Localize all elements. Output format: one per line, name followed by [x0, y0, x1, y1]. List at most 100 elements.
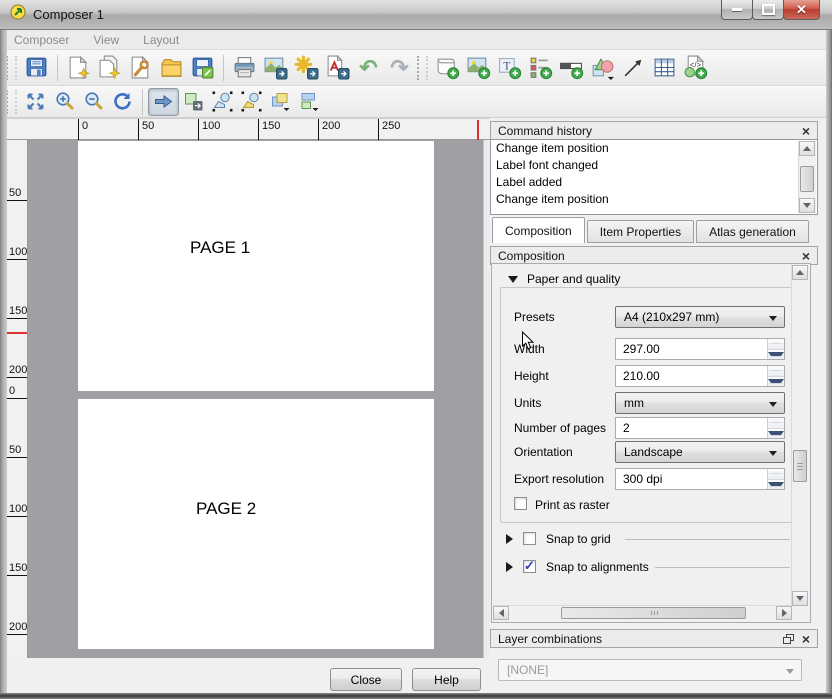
add-scalebar-button[interactable]: [556, 53, 587, 83]
scroll-down-button[interactable]: [799, 198, 815, 213]
page-2[interactable]: PAGE 2: [78, 399, 434, 649]
window-border[interactable]: [0, 693, 832, 699]
scrollbar-thumb[interactable]: [561, 607, 746, 619]
scroll-down-button[interactable]: [792, 591, 808, 606]
presets-dropdown[interactable]: A4 (210x297 mm): [615, 306, 785, 328]
add-legend-button[interactable]: [525, 53, 556, 83]
spin-buttons[interactable]: [767, 366, 784, 386]
command-history-header[interactable]: Command history ×: [490, 121, 818, 140]
command-history-list[interactable]: Change item position Label font changed …: [490, 139, 818, 215]
tab-item-properties[interactable]: Item Properties: [587, 220, 694, 243]
zoom-out-button[interactable]: [79, 89, 108, 115]
tab-atlas-generation[interactable]: Atlas generation: [696, 220, 809, 243]
layer-combinations-header[interactable]: Layer combinations ×: [490, 629, 818, 648]
window-border[interactable]: [0, 30, 7, 693]
toolbar-handle[interactable]: [417, 56, 428, 80]
tab-composition[interactable]: Composition: [492, 217, 585, 243]
history-scrollbar[interactable]: [798, 141, 816, 213]
zoom-full-button[interactable]: [21, 89, 50, 115]
menu-composer[interactable]: Composer: [14, 33, 69, 47]
scrollbar-thumb[interactable]: [800, 166, 814, 192]
duplicate-composition-button[interactable]: [94, 53, 125, 83]
history-item[interactable]: Change item position: [491, 140, 817, 157]
scroll-left-button[interactable]: [493, 606, 509, 620]
spin-buttons[interactable]: [767, 339, 784, 359]
export-pdf-button[interactable]: [322, 53, 353, 83]
select-move-item-button[interactable]: [148, 88, 179, 116]
height-spinbox[interactable]: 210.00: [615, 365, 785, 387]
close-window-button[interactable]: ✕: [783, 0, 820, 20]
units-dropdown[interactable]: mm: [615, 392, 785, 414]
scroll-right-button[interactable]: [776, 606, 792, 620]
refresh-view-button[interactable]: [108, 89, 137, 115]
toolbar-handle[interactable]: [6, 56, 17, 80]
toolbar-separator: [223, 55, 224, 81]
composer-manager-button[interactable]: [125, 53, 156, 83]
align-items-button[interactable]: [295, 89, 324, 115]
help-button[interactable]: Help: [412, 668, 481, 691]
collapse-arrow-icon[interactable]: [508, 276, 518, 283]
titlebar[interactable]: Composer 1 ✕: [0, 0, 832, 30]
composition-vscrollbar[interactable]: [791, 265, 809, 606]
group-items-button[interactable]: [208, 89, 237, 115]
print-as-raster-checkbox[interactable]: [514, 497, 527, 510]
scroll-up-button[interactable]: [799, 141, 815, 156]
snap-to-grid-checkbox[interactable]: [523, 532, 536, 545]
add-label-button[interactable]: T: [494, 53, 525, 83]
expand-arrow-icon[interactable]: [506, 534, 513, 544]
load-template-button[interactable]: [156, 53, 187, 83]
history-item[interactable]: Label font changed: [491, 157, 817, 174]
number-of-pages-spinbox[interactable]: 2: [615, 417, 785, 439]
composition-hscrollbar[interactable]: [493, 605, 792, 621]
save-project-button[interactable]: [21, 53, 52, 83]
close-panel-icon[interactable]: ×: [802, 632, 810, 646]
ruler-tick: 250: [378, 119, 379, 140]
export-resolution-spinbox[interactable]: 300 dpi: [615, 468, 785, 490]
spin-buttons[interactable]: [767, 469, 784, 489]
ruler-tick: 100: [7, 259, 27, 260]
page-2-label[interactable]: PAGE 2: [196, 499, 256, 519]
close-button[interactable]: Close: [330, 668, 402, 691]
undo-button[interactable]: ↶: [353, 53, 384, 83]
print-button[interactable]: [229, 53, 260, 83]
page-1-label[interactable]: PAGE 1: [190, 238, 250, 258]
ungroup-items-button[interactable]: [237, 89, 266, 115]
canvas-scrollbar[interactable]: [483, 140, 490, 658]
add-arrow-button[interactable]: [618, 53, 649, 83]
raise-items-button[interactable]: [266, 89, 295, 115]
window-border[interactable]: [826, 30, 832, 693]
close-panel-icon[interactable]: ×: [802, 249, 810, 263]
expand-arrow-icon[interactable]: [506, 562, 513, 572]
page-1[interactable]: PAGE 1: [78, 141, 434, 391]
history-item[interactable]: Change item position: [491, 191, 817, 208]
export-image-button[interactable]: [260, 53, 291, 83]
menu-layout[interactable]: Layout: [143, 33, 179, 47]
float-panel-icon[interactable]: [783, 634, 794, 644]
add-image-button[interactable]: [463, 53, 494, 83]
snap-to-alignments-checkbox[interactable]: [523, 560, 536, 573]
layer-combinations-dropdown[interactable]: [NONE]: [498, 659, 802, 681]
move-item-content-button[interactable]: [179, 89, 208, 115]
scrollbar-thumb[interactable]: [793, 450, 807, 482]
menu-view[interactable]: View: [93, 33, 119, 47]
scroll-up-button[interactable]: [792, 265, 808, 280]
history-item[interactable]: Label added: [491, 174, 817, 191]
minimize-button[interactable]: [721, 0, 753, 20]
new-composition-button[interactable]: [63, 53, 94, 83]
width-spinbox[interactable]: 297.00: [615, 338, 785, 360]
orientation-dropdown[interactable]: Landscape: [615, 441, 785, 463]
zoom-in-button[interactable]: [50, 89, 79, 115]
export-svg-button[interactable]: [291, 53, 322, 83]
close-panel-icon[interactable]: ×: [802, 124, 810, 138]
add-attribute-table-button[interactable]: [649, 53, 680, 83]
composition-canvas[interactable]: PAGE 1 PAGE 2: [28, 140, 483, 658]
redo-button[interactable]: ↷: [384, 53, 415, 83]
add-shape-button[interactable]: [587, 53, 618, 83]
toolbar-handle[interactable]: [6, 90, 17, 114]
add-map-button[interactable]: [432, 53, 463, 83]
paper-quality-title[interactable]: Paper and quality: [502, 272, 626, 286]
spin-buttons[interactable]: [767, 418, 784, 438]
add-html-frame-button[interactable]: </>: [680, 53, 711, 83]
save-template-button[interactable]: [187, 53, 218, 83]
maximize-button[interactable]: [752, 0, 784, 20]
